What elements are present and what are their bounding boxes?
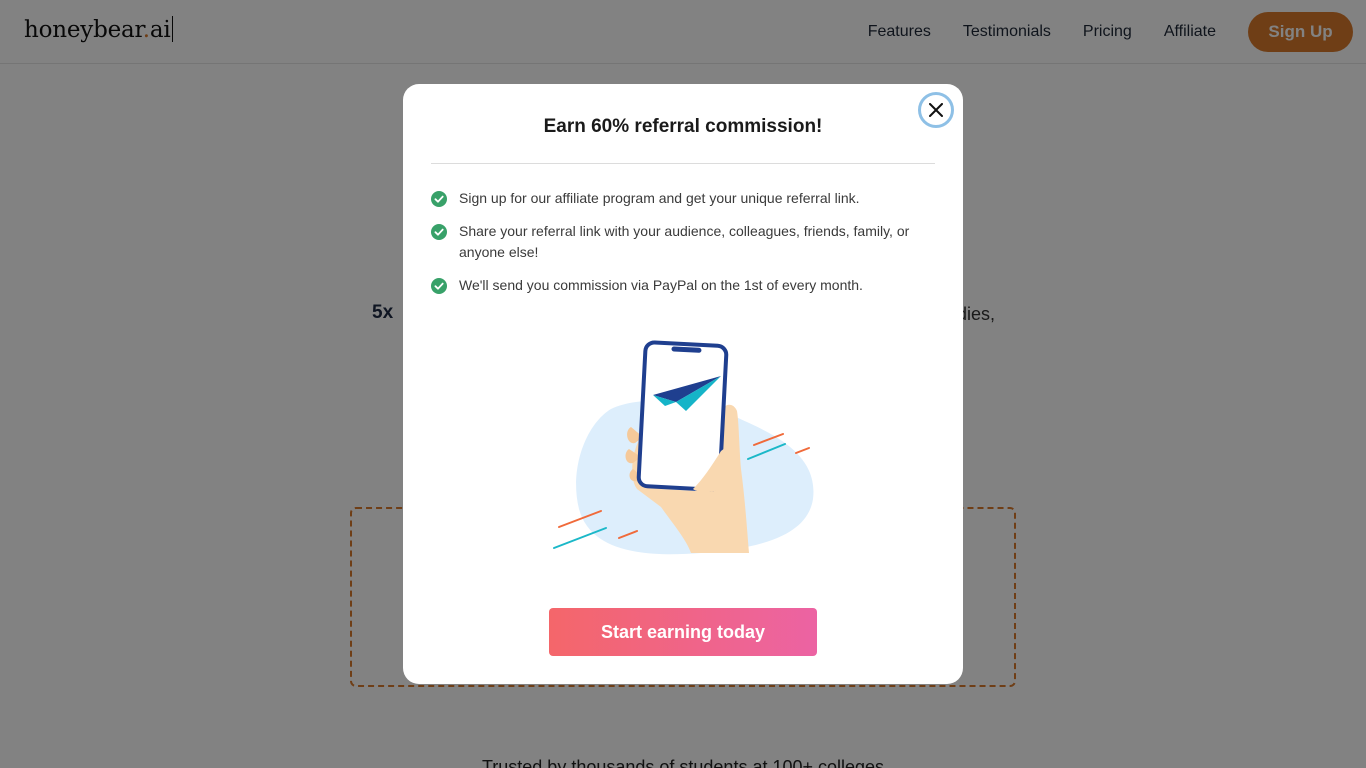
step-text: We'll send you commission via PayPal on … [459,277,863,293]
start-earning-button[interactable]: Start earning today [549,608,817,656]
close-button[interactable] [918,92,954,128]
close-icon [929,103,943,117]
step-text: Sign up for our affiliate program and ge… [459,190,860,206]
phone-paper-plane-illustration [553,340,814,555]
list-item: We'll send you commission via PayPal on … [431,275,911,296]
list-item: Sign up for our affiliate program and ge… [431,188,911,209]
check-circle-icon [431,191,447,207]
modal-divider [431,163,935,164]
steps-list: Sign up for our affiliate program and ge… [431,188,911,308]
list-item: Share your referral link with your audie… [431,221,911,263]
affiliate-modal: Earn 60% referral commission! Sign up fo… [403,84,963,684]
check-circle-icon [431,224,447,240]
step-text: Share your referral link with your audie… [459,223,910,260]
modal-title: Earn 60% referral commission! [543,116,823,137]
check-circle-icon [431,278,447,294]
